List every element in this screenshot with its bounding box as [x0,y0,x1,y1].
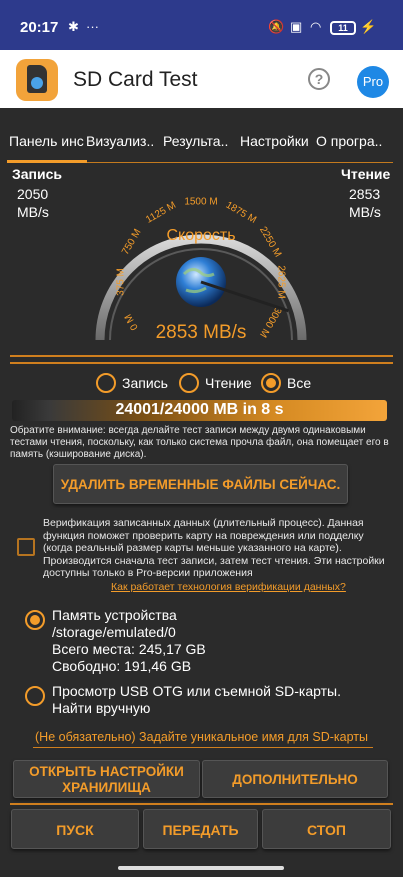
card-name-underline [33,747,373,748]
tab-visualization[interactable]: Визуализ.. [86,133,160,149]
write-title: Запись [12,166,63,182]
gauge-tick-label: 1125 M [144,200,178,226]
read-value: 2853 [349,186,381,202]
usb-storage-line2: Найти вручную [52,700,151,716]
pro-button[interactable]: Pro [357,66,389,98]
usb-storage-radio[interactable] [25,686,45,706]
start-button[interactable]: ПУСК [11,809,139,849]
stop-button[interactable]: СТОП [262,809,391,849]
more-notifications-icon: ··· [86,19,99,34]
write-unit: MB/s [17,204,49,220]
read-unit: MB/s [349,204,381,220]
card-name-hint[interactable]: (Не обязательно) Задайте уникальное имя … [0,730,403,744]
device-storage-radio[interactable] [25,610,45,630]
open-storage-settings-button[interactable]: ОТКРЫТЬ НАСТРОЙКИ ХРАНИЛИЩА [13,760,200,798]
gauge-tick-label: 2625 M [275,265,286,298]
tab-bar: Панель инс Визуализ.. Результа.. Настрой… [0,125,403,163]
gauge-tick-label: 3000 M [257,305,283,339]
mode-all-label: Все [287,375,312,391]
device-storage-path: /storage/emulated/0 [52,624,176,640]
mode-write-label: Запись [122,375,168,391]
usb-storage-line1: Просмотр USB OTG или съемной SD-карты. [52,683,341,699]
device-storage-total: Всего места: 245,17 GB [52,641,206,657]
open-storage-label-2: ХРАНИЛИЩА [62,780,151,795]
delete-temp-files-button[interactable]: УДАЛИТЬ ВРЕМЕННЫЕ ФАЙЛЫ СЕЙЧАС. [53,464,348,504]
gauge-tick-label: 1875 M [224,200,258,226]
help-icon[interactable]: ? [308,68,330,90]
write-value: 2050 [17,186,49,202]
status-bar: 20:17 ✱ ··· 🔕 ▣ ◠ 11 ⚡ [0,0,403,50]
battery-icon: 11 [330,21,356,35]
app-title: SD Card Test [73,68,198,91]
verify-help-link[interactable]: Как работает технология верификации данн… [111,581,346,593]
app-bar: SD Card Test ? Pro [0,50,403,108]
progress-bar: 24001/24000 MB in 8 s [12,400,387,421]
speed-gauge: 0 M375 M750 M1125 M 1500 M 1875 M2250 M262… [95,197,307,343]
mode-read-radio[interactable] [179,373,199,393]
tab-dashboard[interactable]: Панель инс [9,133,85,149]
verify-description: Верификация записанных данных (длительны… [43,517,385,579]
gauge-tick-label: 375 M [116,268,127,296]
status-time: 20:17 [20,19,59,36]
mode-read-label: Чтение [205,375,252,391]
divider [10,355,393,357]
share-button[interactable]: ПЕРЕДАТЬ [143,809,258,849]
charging-icon: ⚡ [360,19,377,34]
gesture-bar[interactable] [118,866,284,870]
notification-icon: ✱ [68,19,79,34]
read-title: Чтение [341,166,391,182]
divider [10,803,393,805]
wifi-icon: ◠ [310,19,322,34]
mode-all-radio[interactable] [261,373,281,393]
gauge-speed-value: 2853 MB/s [156,322,247,343]
gauge-tick-label: 750 M [120,227,143,257]
cache-note: Обратите внимание: всегда делайте тест з… [10,425,389,460]
gauge-label: Скорость [166,227,235,244]
tab-results[interactable]: Результа.. [163,133,239,149]
advanced-button[interactable]: ДОПОЛНИТЕЛЬНО [202,760,388,798]
device-storage-title: Память устройства [52,607,177,623]
gauge-tick-label: 0 M [123,312,141,332]
tab-settings[interactable]: Настройки [240,133,316,149]
gauge-tick-label: 1500 M [184,197,217,208]
vibrate-icon: ▣ [290,19,303,34]
tab-about[interactable]: О програ.. [316,133,394,149]
mute-icon: 🔕 [268,19,285,34]
sd-card-app-icon [16,59,58,101]
divider [10,362,393,364]
verify-checkbox[interactable] [17,538,35,556]
open-storage-label-1: ОТКРЫТЬ НАСТРОЙКИ [29,764,184,779]
device-storage-free: Свободно: 191,46 GB [52,658,192,674]
tab-indicator [7,160,87,163]
progress-text: 24001/24000 MB in 8 s [115,401,284,418]
mode-write-radio[interactable] [96,373,116,393]
